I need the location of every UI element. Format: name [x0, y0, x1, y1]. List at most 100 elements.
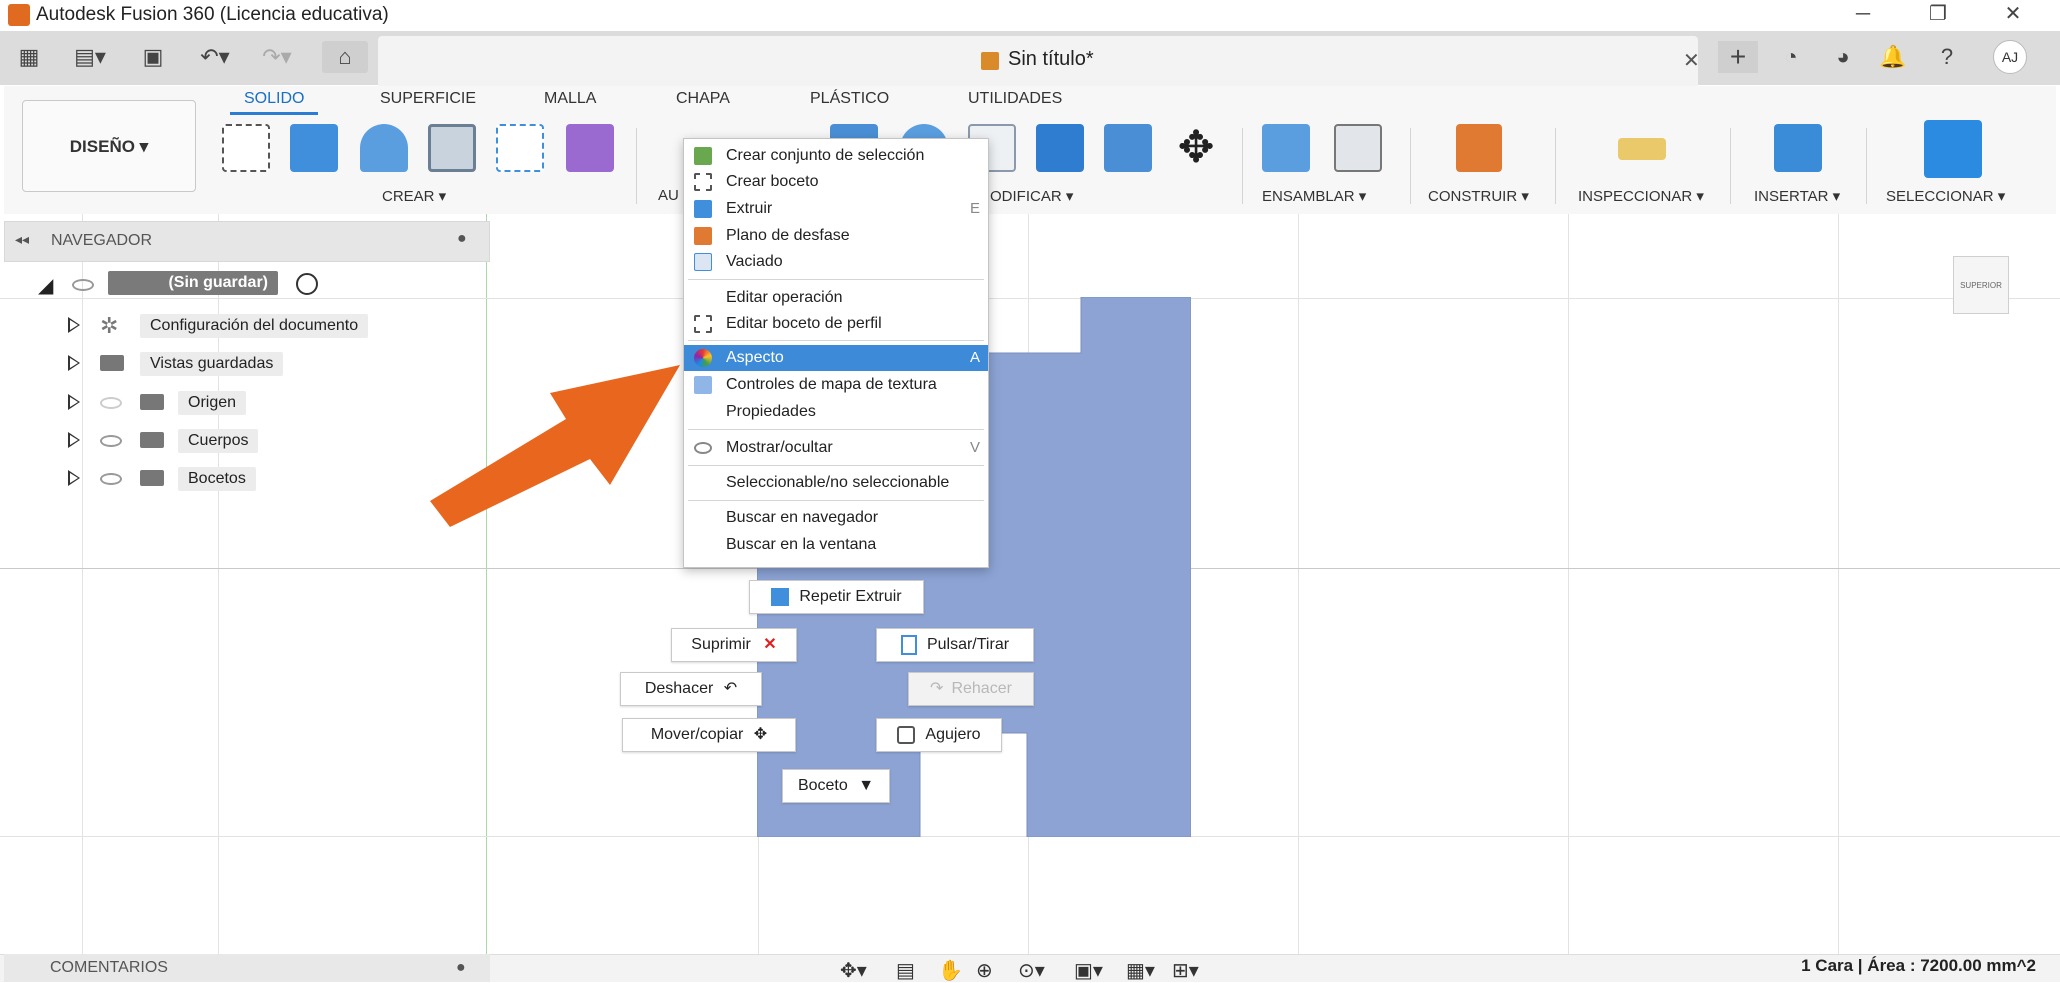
- sketch-icon: [694, 173, 712, 191]
- pattern-icon[interactable]: [496, 124, 544, 172]
- undo-button[interactable]: Deshacer ↶: [620, 672, 762, 706]
- tab-utilidades[interactable]: UTILIDADES: [968, 90, 1062, 108]
- tab-malla[interactable]: MALLA: [544, 90, 596, 108]
- group-modificar[interactable]: ODIFICAR ▾: [990, 187, 1073, 205]
- notifications-icon[interactable]: 🔔: [1876, 41, 1910, 73]
- new-component-icon[interactable]: [1262, 124, 1310, 172]
- fit-icon[interactable]: ⊙▾: [1018, 958, 1045, 983]
- expand-icon[interactable]: [68, 394, 80, 410]
- form-icon[interactable]: [566, 124, 614, 172]
- group-automatizar[interactable]: AU: [658, 187, 679, 204]
- file-menu-icon[interactable]: ▤▾: [68, 41, 112, 73]
- help-icon[interactable]: ?: [1930, 41, 1964, 73]
- move-copy-icon[interactable]: ✥: [1172, 124, 1220, 172]
- zoom-icon[interactable]: ⊕: [976, 958, 993, 983]
- document-tab[interactable]: Sin título* ✕: [378, 36, 1700, 86]
- expand-icon[interactable]: ◢: [38, 273, 53, 298]
- menu-item-show-hide[interactable]: Mostrar/ocultar V: [684, 435, 988, 461]
- eye-icon[interactable]: [100, 473, 122, 485]
- user-avatar[interactable]: AJ: [1993, 40, 2027, 74]
- menu-item-appearance[interactable]: Aspecto A: [684, 345, 988, 371]
- insert-image-icon[interactable]: [1774, 124, 1822, 172]
- redo-icon[interactable]: ↷▾: [254, 41, 300, 73]
- orbit-icon[interactable]: ✥▾: [840, 958, 867, 983]
- job-status-icon[interactable]: ◕: [1826, 41, 1860, 73]
- joint-icon[interactable]: [1334, 124, 1382, 172]
- activate-icon[interactable]: [296, 273, 318, 295]
- tab-plastico[interactable]: PLÁSTICO: [810, 90, 889, 108]
- menu-item-find-in-window[interactable]: Buscar en la ventana: [684, 532, 988, 558]
- group-inspeccionar[interactable]: INSPECCIONAR ▾: [1578, 187, 1704, 205]
- tab-solido[interactable]: SOLIDO: [229, 90, 320, 115]
- eye-icon[interactable]: [100, 397, 122, 409]
- extrude-icon[interactable]: [290, 124, 338, 172]
- menu-item-texture-map[interactable]: Controles de mapa de textura: [684, 372, 988, 398]
- view-cube[interactable]: SUPERIOR: [1953, 256, 2009, 314]
- group-crear[interactable]: CREAR ▾: [382, 187, 446, 205]
- hole-icon[interactable]: [428, 124, 476, 172]
- eye-icon[interactable]: [100, 435, 122, 447]
- add-comment-icon[interactable]: ●: [456, 954, 466, 982]
- grid-settings-icon[interactable]: ▦▾: [1126, 958, 1155, 983]
- group-insertar[interactable]: INSERTAR ▾: [1754, 187, 1840, 205]
- pan-icon[interactable]: ✋: [938, 958, 963, 983]
- tab-superficie[interactable]: SUPERFICIE: [380, 90, 476, 108]
- extensions-icon[interactable]: ◔: [1774, 41, 1808, 73]
- tree-item-views[interactable]: Vistas guardadas: [140, 352, 284, 376]
- navigator-header[interactable]: ◂◂ NAVEGADOR ●: [4, 221, 490, 262]
- tree-item-sketches[interactable]: Bocetos: [178, 467, 256, 491]
- comments-panel[interactable]: COMENTARIOS ●: [4, 954, 490, 982]
- tree-item-config[interactable]: Configuración del documento: [140, 314, 369, 338]
- display-settings-icon[interactable]: ▣▾: [1074, 958, 1103, 983]
- menu-item-properties[interactable]: Propiedades: [684, 399, 988, 425]
- menu-item-edit-feature[interactable]: Editar operación: [684, 285, 988, 311]
- redo-button[interactable]: ↷ Rehacer: [908, 672, 1034, 706]
- expand-icon[interactable]: [68, 355, 80, 371]
- tree-item-bodies[interactable]: Cuerpos: [178, 429, 259, 453]
- menu-item-create-selection-set[interactable]: Crear conjunto de selección: [684, 143, 988, 169]
- menu-item-offset-plane[interactable]: Plano de desfase: [684, 223, 988, 249]
- tree-item-origin[interactable]: Origen: [178, 391, 247, 415]
- maximize-button[interactable]: ❐: [1915, 0, 1961, 30]
- sketch-dropdown-button[interactable]: Boceto ▼: [782, 769, 890, 803]
- undo-icon[interactable]: ↶▾: [192, 41, 238, 73]
- menu-item-find-in-browser[interactable]: Buscar en navegador: [684, 505, 988, 531]
- expand-icon[interactable]: [68, 317, 80, 333]
- close-tab-icon[interactable]: ✕: [1683, 48, 1700, 73]
- tab-chapa[interactable]: CHAPA: [676, 90, 730, 108]
- menu-item-create-sketch[interactable]: Crear boceto: [684, 169, 988, 195]
- save-icon[interactable]: ▣: [138, 41, 168, 73]
- combine-icon[interactable]: [1036, 124, 1084, 172]
- group-ensamblar[interactable]: ENSAMBLAR ▾: [1262, 187, 1366, 205]
- delete-button[interactable]: Suprimir ✕: [671, 628, 797, 662]
- group-seleccionar[interactable]: SELECCIONAR ▾: [1886, 187, 2005, 205]
- eye-icon[interactable]: [72, 279, 94, 291]
- move-copy-button[interactable]: Mover/copiar ✥: [622, 718, 796, 752]
- offset-face-icon[interactable]: [1104, 124, 1152, 172]
- group-construir[interactable]: CONSTRUIR ▾: [1428, 187, 1529, 205]
- menu-item-extrude[interactable]: Extruir E: [684, 196, 988, 222]
- repeat-extrude-button[interactable]: Repetir Extruir: [749, 580, 924, 614]
- offset-plane-icon[interactable]: [1456, 124, 1502, 172]
- pin-icon[interactable]: ●: [457, 230, 467, 248]
- select-icon[interactable]: [1924, 120, 1982, 178]
- measure-icon[interactable]: [1618, 138, 1666, 160]
- home-icon[interactable]: ⌂: [322, 41, 368, 73]
- expand-icon[interactable]: [68, 432, 80, 448]
- minimize-button[interactable]: ─: [1840, 0, 1886, 30]
- hole-button[interactable]: Agujero: [876, 718, 1002, 752]
- create-sketch-icon[interactable]: [222, 124, 270, 172]
- menu-item-shell[interactable]: Vaciado: [684, 249, 988, 275]
- press-pull-button[interactable]: Pulsar/Tirar: [876, 628, 1034, 662]
- menu-item-edit-profile-sketch[interactable]: Editar boceto de perfil: [684, 311, 988, 337]
- revolve-icon[interactable]: [360, 124, 408, 172]
- expand-icon[interactable]: [68, 470, 80, 486]
- viewports-icon[interactable]: ⊞▾: [1172, 958, 1199, 983]
- look-at-icon[interactable]: ▤: [896, 958, 915, 983]
- menu-item-selectable[interactable]: Seleccionable/no seleccionable: [684, 470, 988, 496]
- workspace-switcher[interactable]: DISEÑO ▾: [22, 100, 196, 192]
- app-grid-icon[interactable]: ▦: [14, 41, 44, 73]
- close-window-button[interactable]: ✕: [1990, 0, 2036, 30]
- new-tab-button[interactable]: +: [1718, 41, 1758, 73]
- collapse-icon[interactable]: ◂◂: [15, 231, 29, 248]
